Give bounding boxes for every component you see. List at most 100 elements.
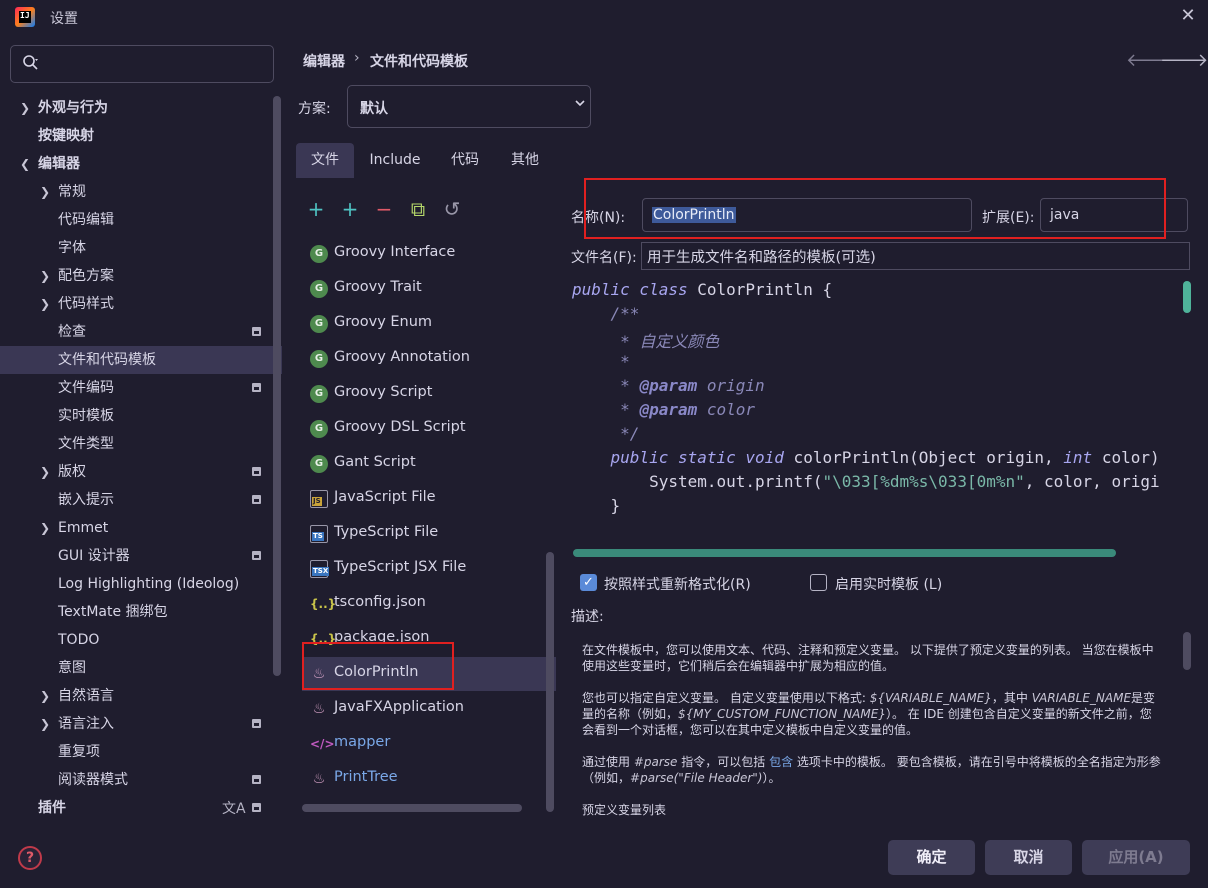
list-item[interactable]: G Groovy Enum [302,307,556,341]
typescript-file-icon: TS [310,525,328,543]
copy-template-icon[interactable]: ⧉ [407,198,429,220]
tab-code[interactable]: 代码 [440,143,490,178]
groovy-icon: G [310,245,328,263]
tree-item-duplicates[interactable]: 重复项 [0,738,282,766]
tree-item-inspections[interactable]: 检查 [0,318,282,346]
chevron-right-icon: ❯ [39,717,51,731]
tab-files[interactable]: 文件 [296,143,354,178]
list-item[interactable]: G Groovy Trait [302,272,556,306]
chevron-right-icon: ❯ [19,101,31,115]
list-item[interactable]: G Gant Script [302,447,556,481]
tree-item-code-style[interactable]: ❯ 代码样式 [0,290,282,318]
list-item[interactable]: TS TypeScript File [302,517,556,551]
description-label: 描述: [571,609,604,625]
tree-item-log-highlighting[interactable]: Log Highlighting (Ideolog) [0,570,282,598]
settings-tree: ❯ 外观与行为 按键映射 ❮ 编辑器 ❯ 常规 代码编辑 字体 ❯ 配色方案 ❯ 代码样式… [0,94,285,834]
sidebar-scrollbar[interactable] [273,96,281,676]
tree-item-appearance[interactable]: ❯ 外观与行为 [0,94,282,122]
tree-item-textmate[interactable]: TextMate 捆绑包 [0,598,282,626]
list-item[interactable]: G Groovy Script [302,377,556,411]
editor-vertical-scrollbar[interactable] [1183,281,1191,313]
list-item[interactable]: G Groovy Interface [302,237,556,271]
tree-item-code-editing[interactable]: 代码编辑 [0,206,282,234]
tree-item-color-scheme[interactable]: ❯ 配色方案 [0,262,282,290]
tree-item-keymap[interactable]: 按键映射 [0,122,282,150]
project-level-icon [252,803,261,812]
ok-button[interactable]: 确定 [888,840,975,875]
project-level-icon [252,327,261,336]
groovy-icon: G [310,455,328,473]
list-horizontal-scrollbar[interactable] [302,804,522,812]
settings-search-input[interactable] [10,45,274,83]
tree-item-general[interactable]: ❯ 常规 [0,178,282,206]
intellij-logo-icon: IJ [15,7,35,27]
tree-item-gui-designer[interactable]: GUI 设计器 [0,542,282,570]
reformat-checkbox[interactable]: ✓ [580,574,597,591]
reset-template-icon[interactable]: ↺ [441,198,463,220]
remove-template-icon[interactable]: − [373,198,395,220]
editor-horizontal-scrollbar[interactable] [573,549,1116,557]
tree-item-font[interactable]: 字体 [0,234,282,262]
list-item[interactable]: </> mapper [302,727,556,761]
template-code-editor[interactable]: public class ColorPrintln { /** * 自定义颜色 … [572,278,1182,518]
tree-item-editor[interactable]: ❮ 编辑器 [0,150,282,178]
add-child-template-icon[interactable]: + [339,198,361,220]
chevron-right-icon: ❯ [39,269,51,283]
tree-item-file-encodings[interactable]: 文件编码 [0,374,282,402]
highlight-box-name-extension [584,178,1166,239]
list-item[interactable]: {..} tsconfig.json [302,587,556,621]
help-icon[interactable]: ? [18,846,42,870]
groovy-icon: G [310,280,328,298]
groovy-icon: G [310,420,328,438]
tree-item-file-types[interactable]: 文件类型 [0,430,282,458]
tree-item-emmet[interactable]: ❯ Emmet [0,514,282,542]
chevron-right-icon: ❯ [39,521,51,535]
forward-arrow-icon[interactable]: 🡒 [1160,50,1208,71]
tree-item-todo[interactable]: TODO [0,626,282,654]
list-vertical-scrollbar[interactable] [546,552,554,812]
java-icon: ♨ [312,771,326,787]
list-item[interactable]: JS JavaScript File [302,482,556,516]
tree-item-live-templates[interactable]: 实时模板 [0,402,282,430]
add-template-icon[interactable]: + [305,198,327,220]
tree-item-inlay-hints[interactable]: 嵌入提示 [0,486,282,514]
list-item[interactable]: ♨ PrintTree [302,762,556,796]
tree-item-language-injections[interactable]: ❯ 语言注入 [0,710,282,738]
filename-placeholder: 用于生成文件名和路径的模板(可选) [647,250,876,266]
includes-link[interactable]: 包含 [769,755,793,769]
breadcrumb-editor[interactable]: 编辑器 [303,51,345,71]
tree-item-copyright[interactable]: ❯ 版权 [0,458,282,486]
list-item[interactable]: G Groovy Annotation [302,342,556,376]
java-icon: ♨ [312,701,326,717]
chevron-down-icon: ❮ [19,157,31,171]
search-icon [23,55,38,70]
tree-item-natural-languages[interactable]: ❯ 自然语言 [0,682,282,710]
apply-button[interactable]: 应用(A) [1082,840,1190,875]
translate-icon: 文A [222,801,246,817]
breadcrumb-separator: › [354,50,360,66]
tree-item-file-templates[interactable]: 文件和代码模板 [0,346,282,374]
window-title: 设置 [50,11,78,27]
chevron-right-icon: ❯ [39,185,51,199]
description-scrollbar[interactable] [1183,632,1191,670]
tsx-file-icon: TSX [310,560,330,578]
groovy-icon: G [310,315,328,333]
list-item[interactable]: TSX TypeScript JSX File [302,552,556,586]
filename-label: 文件名(F): [571,250,637,266]
tab-includes[interactable]: Include [360,143,430,178]
tab-other[interactable]: 其他 [500,143,550,178]
close-icon[interactable]: ✕ [1176,4,1200,28]
project-level-icon [252,775,261,784]
description-paragraph: 通过使用 #parse 指令，可以包括 包含 选项卡中的模板。 要包含模板，请在… [582,755,1161,785]
highlight-box-selected-template [302,642,454,690]
description-panel: 在文件模板中，您可以使用文本、代码、注释和预定义变量。 以下提供了预定义变量的列… [570,628,1182,818]
title-bar [0,0,1208,34]
live-template-checkbox[interactable] [810,574,827,591]
scheme-label: 方案: [298,101,331,117]
tree-item-reader-mode[interactable]: 阅读器模式 [0,766,282,794]
cancel-button[interactable]: 取消 [985,840,1072,875]
list-item[interactable]: ♨ JavaFXApplication [302,692,556,726]
live-template-label: 启用实时模板 (L) [835,577,943,593]
list-item[interactable]: G Groovy DSL Script [302,412,556,446]
tree-item-intentions[interactable]: 意图 [0,654,282,682]
